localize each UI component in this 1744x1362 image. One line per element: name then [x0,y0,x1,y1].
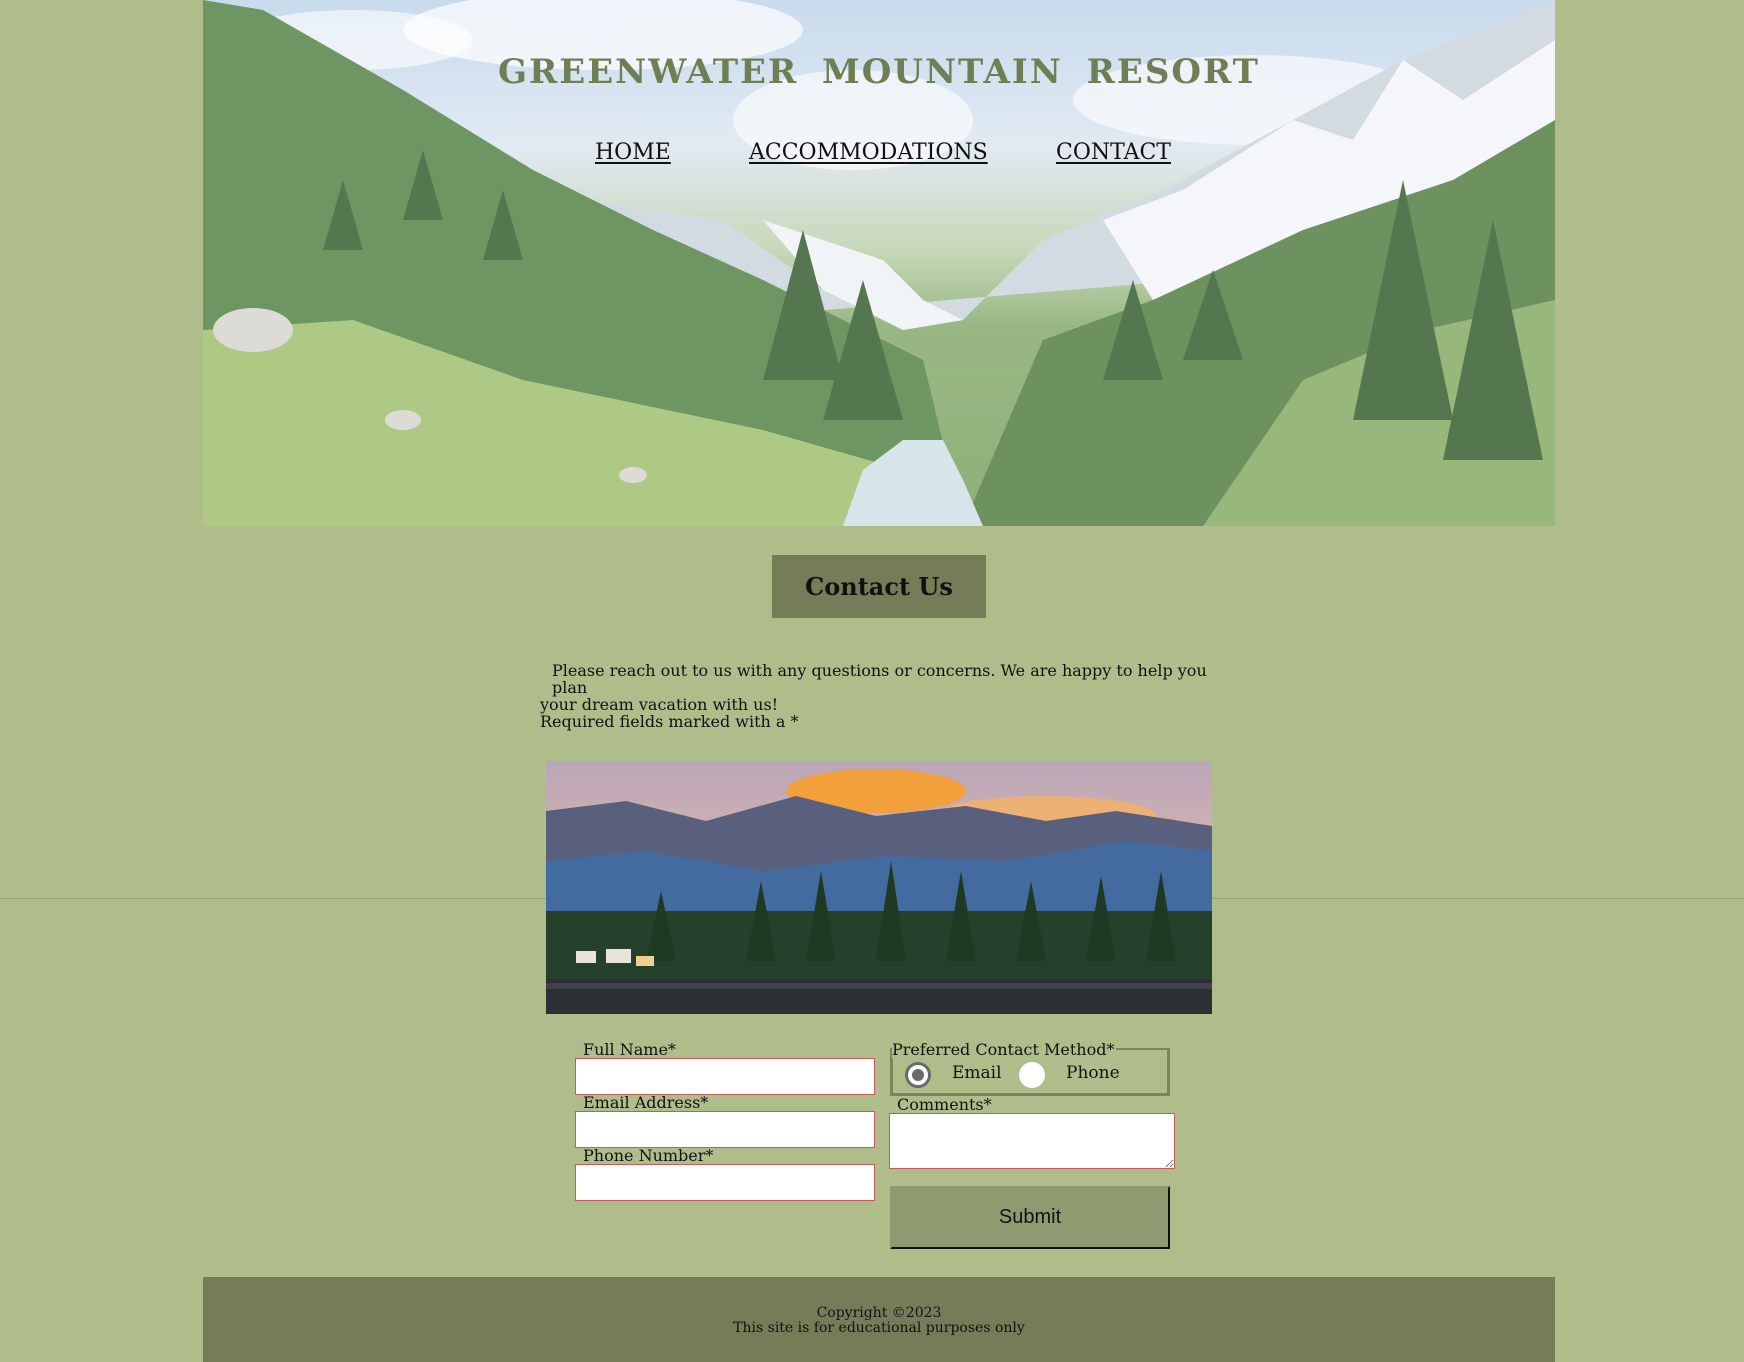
nav-link-accommodations[interactable]: ACCOMMODATIONS [749,140,988,165]
email-address-label: Email Address* [583,1093,709,1112]
contact-method-legend: Preferred Contact Method* [892,1040,1117,1059]
site-title: GREENWATER MOUNTAIN RESORT [498,52,1260,92]
intro-line-1: Please reach out to us with any question… [552,661,1207,697]
full-name-label: Full Name* [583,1040,676,1059]
intro-line-2: your dream vacation with us! [540,695,779,714]
email-radio[interactable] [905,1062,931,1088]
nav-link-home[interactable]: HOME [595,140,671,165]
phone-number-input[interactable] [575,1164,875,1201]
comments-textarea[interactable] [889,1113,1175,1169]
educational-note: This site is for educational purposes on… [733,1320,1025,1336]
contact-us-heading: Contact Us [772,555,986,618]
lake-sunset-photo [546,761,1212,1014]
email-radio-label: Email [952,1063,1002,1083]
phone-number-label: Phone Number* [583,1146,714,1165]
phone-radio-label: Phone [1066,1063,1120,1083]
comments-label: Comments* [897,1095,992,1114]
intro-text: Please reach out to us with any question… [540,662,1210,730]
copyright-text: Copyright ©2023 [816,1305,942,1321]
email-address-input[interactable] [575,1111,875,1148]
header-banner: GREENWATER MOUNTAIN RESORT HOME ACCOMMOD… [203,0,1555,526]
submit-button[interactable]: Submit [890,1186,1170,1249]
required-note: Required fields marked with a * [540,712,799,731]
full-name-input[interactable] [575,1058,875,1095]
phone-radio[interactable] [1019,1062,1045,1088]
nav-link-contact[interactable]: CONTACT [1056,140,1171,165]
footer: Copyright ©2023 This site is for educati… [203,1277,1555,1362]
